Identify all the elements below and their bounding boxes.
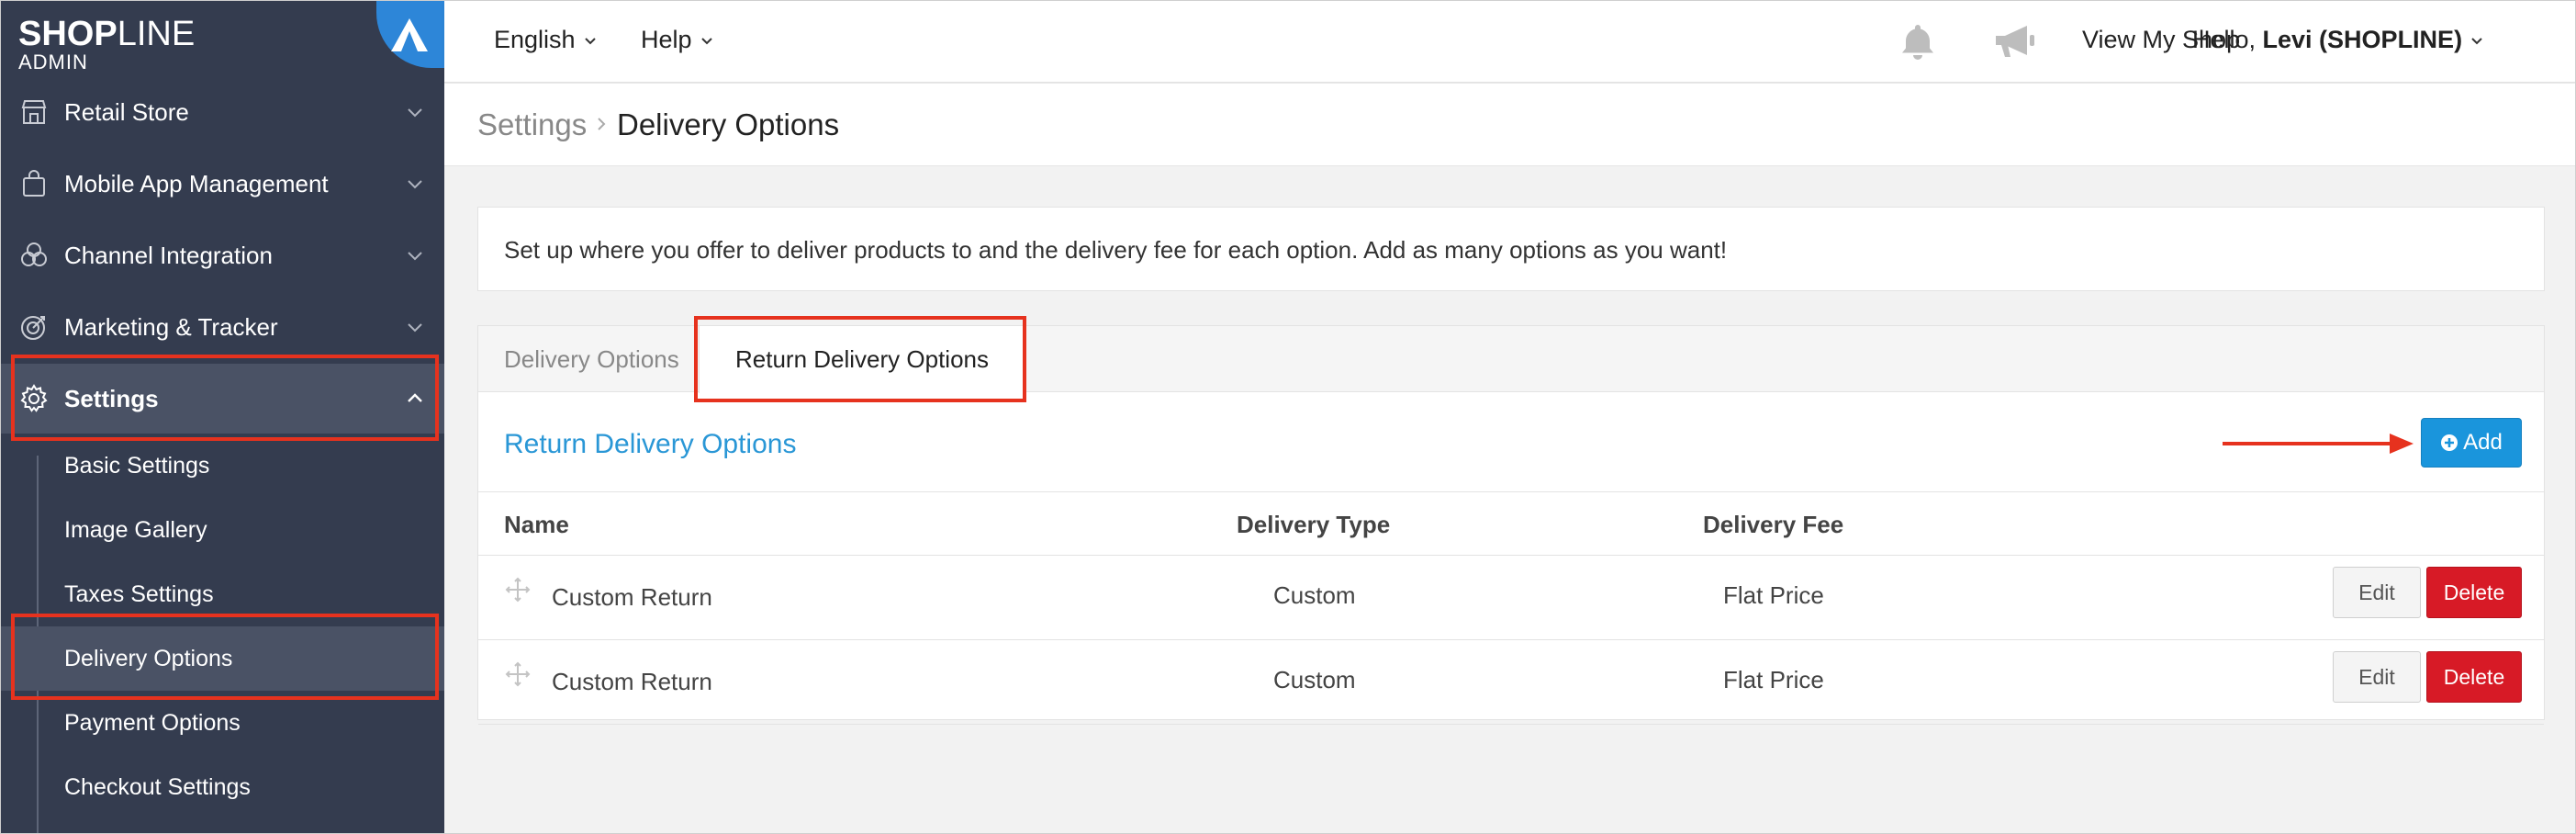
edit-button[interactable]: Edit [2333, 651, 2421, 703]
target-icon [21, 316, 45, 340]
sidebar-subitem-label: Delivery Options [64, 645, 233, 671]
brand-sub: ADMIN [18, 51, 88, 73]
chevron-down-icon [408, 252, 422, 261]
section-title: Return Delivery Options [504, 429, 797, 459]
drag-handle-icon[interactable] [504, 660, 532, 688]
gear-icon [20, 384, 48, 412]
sidebar-item-channel-integration[interactable]: Channel Integration [0, 220, 444, 290]
edit-button[interactable]: Edit [2333, 567, 2421, 618]
breadcrumb: Settings Delivery Options [444, 84, 2576, 166]
help-label: Help [641, 26, 692, 53]
chevron-up-icon [408, 393, 422, 402]
sidebar-subitem-taxes-settings[interactable]: Taxes Settings [0, 562, 444, 626]
delete-button[interactable]: Delete [2426, 567, 2522, 618]
tab-delivery-options[interactable]: Delivery Options [504, 326, 679, 392]
delete-label: Delete [2443, 580, 2505, 604]
logo-corner-badge [376, 0, 444, 68]
sidebar-subitem-label: Checkout Settings [64, 773, 251, 800]
breadcrumb-settings-link[interactable]: Settings [477, 107, 587, 142]
language-label: English [494, 26, 576, 53]
delete-label: Delete [2443, 664, 2505, 689]
sidebar-subitem-label: Payment Options [64, 709, 241, 736]
sidebar-subitem-label: Image Gallery [64, 516, 207, 543]
add-button-label: Add [2463, 430, 2503, 455]
bell-icon[interactable] [1897, 20, 1939, 62]
arrow-right-annotation-icon [2223, 434, 2414, 454]
edit-label: Edit [2358, 664, 2395, 689]
chevron-down-icon [584, 37, 596, 44]
user-menu[interactable]: Hello, Levi (SHOPLINE) [2192, 26, 2484, 54]
sidebar-subitem-delivery-options[interactable]: Delivery Options [0, 626, 444, 691]
add-button[interactable]: Add [2421, 418, 2522, 468]
brand-bold: SHOP [18, 15, 118, 53]
sidebar-subitem-label: Basic Settings [64, 452, 210, 479]
store-icon [21, 100, 47, 124]
plus-circle-icon [2441, 434, 2458, 451]
sidebar-subitem-checkout-settings[interactable]: Checkout Settings [0, 755, 444, 819]
sidebar-item-marketing[interactable]: Marketing & Tracker [0, 292, 444, 362]
cell-name: Custom Return [552, 668, 712, 695]
chevron-right-icon [598, 118, 606, 130]
column-header-delivery-fee: Delivery Fee [1703, 511, 1844, 538]
brand-thin: LINE [117, 15, 196, 53]
sidebar-item-settings[interactable]: Settings [0, 364, 444, 434]
cell-delivery-fee: Flat Price [1723, 581, 1824, 609]
top-bar: English Help View My Shop Hello, Levi (S… [444, 0, 2576, 83]
chevron-down-icon [408, 323, 422, 332]
cell-delivery-type: Custom [1273, 666, 1356, 693]
sidebar-item-mobile-app[interactable]: Mobile App Management [0, 149, 444, 219]
sidebar-subitem-basic-settings[interactable]: Basic Settings [0, 434, 444, 498]
info-banner: Set up where you offer to deliver produc… [477, 207, 2545, 291]
user-name: Levi (SHOPLINE) [2262, 26, 2463, 53]
info-text: Set up where you offer to deliver produc… [504, 236, 1728, 264]
table-header: Name Delivery Type Delivery Fee [478, 491, 2544, 556]
delete-button[interactable]: Delete [2426, 651, 2522, 703]
chevron-down-icon [2471, 37, 2482, 44]
column-header-delivery-type: Delivery Type [1237, 511, 1391, 538]
sidebar-subitem-payment-options[interactable]: Payment Options [0, 691, 444, 755]
cell-name: Custom Return [552, 583, 712, 611]
tab-label: Return Delivery Options [735, 345, 989, 373]
sidebar-subitem-image-gallery[interactable]: Image Gallery [0, 498, 444, 562]
channels-icon [21, 242, 47, 266]
shopping-bag-icon [23, 170, 45, 197]
chevron-down-icon [408, 180, 422, 189]
chevron-down-icon [408, 108, 422, 118]
tab-label: Delivery Options [504, 344, 679, 373]
column-header-name: Name [504, 511, 569, 538]
sidebar-item-label: Retail Store [64, 97, 189, 126]
tab-bar: Delivery Options Return Delivery Options [478, 326, 2544, 393]
page-title: Delivery Options [617, 107, 840, 141]
delivery-options-panel: Delivery Options Return Delivery Options… [477, 325, 2545, 725]
language-dropdown[interactable]: English [494, 26, 598, 54]
sidebar: SHOPLINE ADMIN Retail Store Mobile App M… [0, 0, 444, 834]
sidebar-item-retail-store[interactable]: Retail Store [0, 77, 444, 147]
edit-label: Edit [2358, 580, 2395, 604]
greeting-text: Hello, [2192, 26, 2263, 53]
megaphone-icon[interactable] [1990, 20, 2038, 62]
sidebar-item-label: Mobile App Management [64, 169, 329, 197]
table-row: Custom Return Custom Flat Price Edit Del… [478, 556, 2544, 640]
sidebar-item-label: Channel Integration [64, 241, 273, 269]
chevron-down-icon [700, 37, 712, 44]
sidebar-subitem-label: Taxes Settings [64, 580, 214, 607]
sidebar-item-label: Settings [64, 384, 159, 412]
table-row: Custom Return Custom Flat Price Edit Del… [478, 640, 2544, 725]
cell-delivery-type: Custom [1273, 581, 1356, 609]
cell-delivery-fee: Flat Price [1723, 666, 1824, 693]
help-dropdown[interactable]: Help [641, 26, 714, 54]
mountain-logo-icon [391, 18, 428, 51]
drag-handle-icon[interactable] [504, 576, 532, 603]
app-logo[interactable]: SHOPLINE ADMIN [18, 17, 195, 73]
sidebar-item-label: Marketing & Tracker [64, 312, 278, 341]
tab-return-delivery-options[interactable]: Return Delivery Options [699, 326, 1025, 393]
